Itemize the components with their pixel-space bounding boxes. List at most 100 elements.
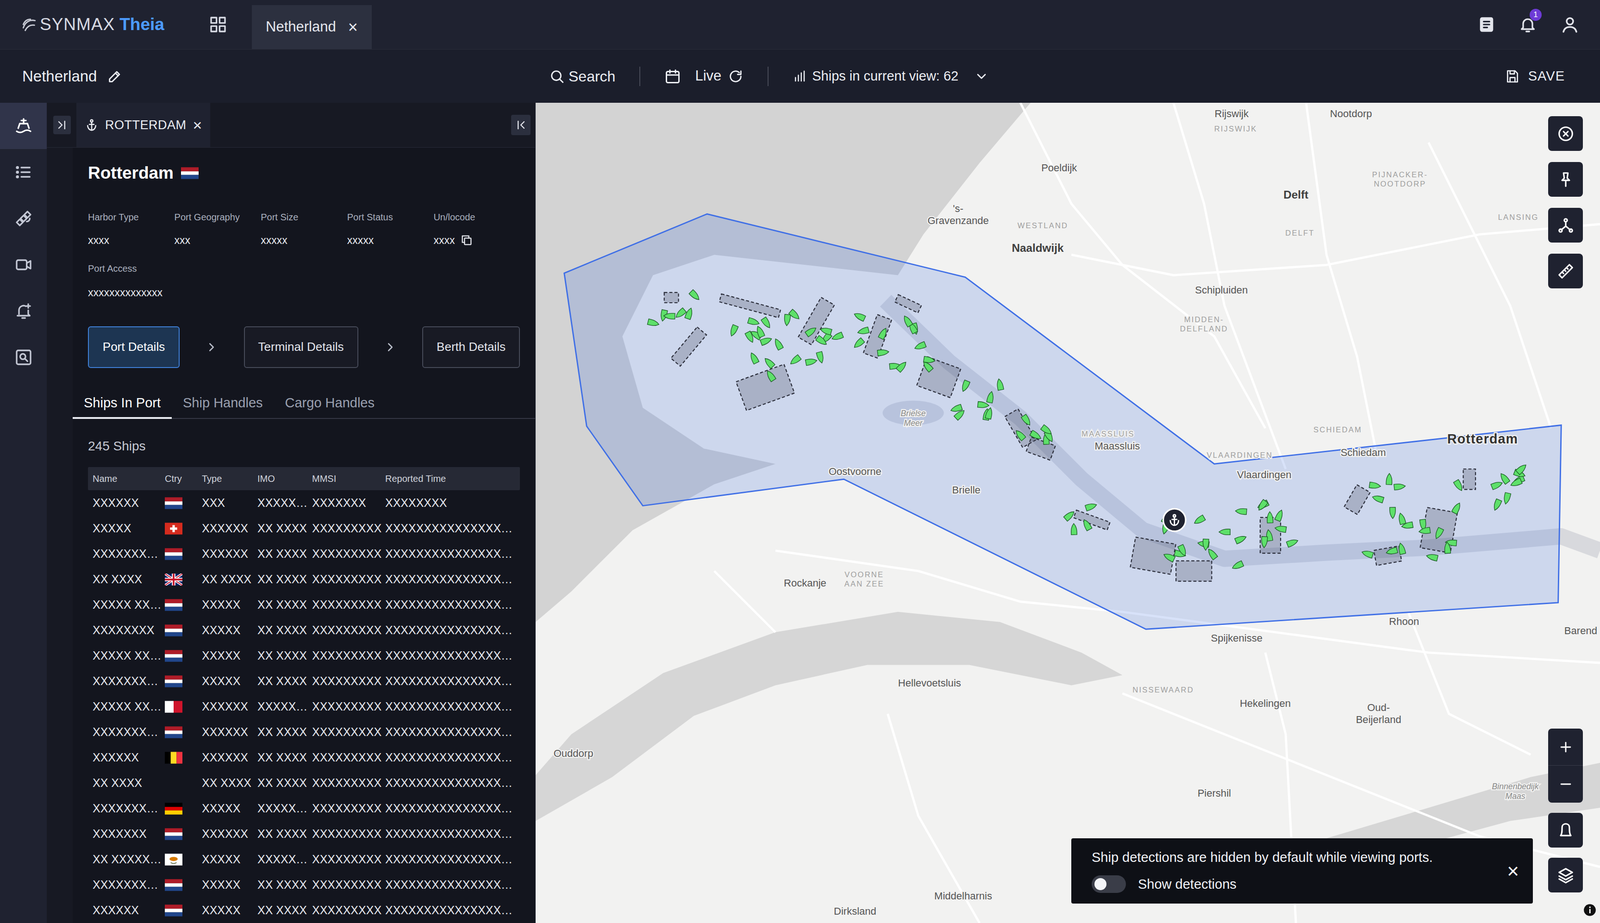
ship-icon[interactable] xyxy=(1070,523,1077,536)
ship-icon[interactable] xyxy=(773,337,784,350)
terminal[interactable] xyxy=(664,292,679,303)
ship-icon[interactable] xyxy=(1418,527,1431,535)
ship-icon[interactable] xyxy=(1162,551,1175,563)
ship-icon[interactable] xyxy=(1231,560,1244,571)
ship-icon[interactable] xyxy=(1275,509,1285,522)
table-row[interactable]: XXXXX XX…XXXXXXX XXXXXXXXXXXXXXXXXXXXXXX… xyxy=(87,643,520,669)
terminal[interactable] xyxy=(1374,546,1402,566)
ship-icon[interactable] xyxy=(1371,494,1385,504)
ship-icon[interactable] xyxy=(1361,549,1374,559)
ship-icon[interactable] xyxy=(1193,514,1206,526)
table-row[interactable]: XXXXXXX…XXXXXXXXXX…XXXXXXXXXXXXXXXXXXXXX… xyxy=(87,795,520,822)
table-row[interactable]: XXXXXXXXXXXXXX XXXXXXXXXXXXXXXXXXXXXXXXX… xyxy=(87,744,520,771)
column-header[interactable]: Reported Time xyxy=(385,471,514,486)
ship-icon[interactable] xyxy=(1368,481,1382,490)
terminal[interactable] xyxy=(1130,537,1176,575)
ship-icon[interactable] xyxy=(1274,525,1287,533)
notifications-button[interactable]: 1 xyxy=(1518,15,1538,34)
ship-icon[interactable] xyxy=(755,325,765,338)
ship-icon[interactable] xyxy=(688,289,701,302)
ship-icon[interactable] xyxy=(684,306,694,320)
zoom-in-button[interactable] xyxy=(1548,728,1583,766)
ship-icon[interactable] xyxy=(1286,537,1299,548)
network-button[interactable] xyxy=(1548,207,1583,243)
tab-close[interactable]: × xyxy=(348,18,358,36)
table-row[interactable]: XXXXXXXXXXXXX XXXXXXXXXXXXXXXXXXXXXXXXXX… xyxy=(87,897,520,923)
table-row[interactable]: XXXXXXXXXXXXXXX XXXXXXXXXXXXXXXXXXXXXXXX… xyxy=(87,617,520,644)
ship-icon[interactable] xyxy=(805,325,818,338)
ship-icon[interactable] xyxy=(977,401,989,409)
ship-icon[interactable] xyxy=(760,336,773,346)
map[interactable]: RijswijkRIJSWIJKNootdorpPoeldijkDelftPIJ… xyxy=(535,102,1600,923)
ship-icon[interactable] xyxy=(1081,518,1093,532)
ship-icon[interactable] xyxy=(1389,507,1396,519)
sidebar-item[interactable] xyxy=(0,241,47,288)
marker-button[interactable] xyxy=(1548,812,1583,848)
terminal[interactable] xyxy=(736,364,795,411)
rename-button[interactable] xyxy=(106,68,123,85)
toast-close[interactable]: × xyxy=(1506,861,1519,882)
detections-toggle[interactable] xyxy=(1091,875,1126,894)
table-row[interactable]: XXXXXXXXXXXXXXX XXXXXXXXXXXXXXXXXXXXXXXX… xyxy=(87,821,520,847)
ship-icon[interactable] xyxy=(1266,511,1273,524)
ship-icon[interactable] xyxy=(877,349,890,357)
ship-icon[interactable] xyxy=(960,380,970,393)
ship-icon[interactable] xyxy=(1256,499,1269,513)
table-row[interactable]: XXXXX XX…XXXXXXXXXXX…XXXXXXXXXXXXXXXXXXX… xyxy=(87,693,520,720)
workspace-tab[interactable]: Netherland× xyxy=(251,5,372,50)
step-button[interactable]: Terminal Details xyxy=(243,326,359,369)
ship-icon[interactable] xyxy=(1202,538,1209,551)
ship-icon[interactable] xyxy=(764,369,776,382)
table-row[interactable]: XXXXXXXXXXXXX XXXXXXXXXXXXXXXXXXXXXXXXXX… xyxy=(87,515,520,542)
ship-icon[interactable] xyxy=(1502,492,1512,505)
time-control[interactable]: Live xyxy=(664,65,744,88)
ship-icon[interactable] xyxy=(986,390,995,403)
ship-icon[interactable] xyxy=(1261,536,1268,549)
terminal[interactable] xyxy=(719,293,781,318)
terminal[interactable] xyxy=(670,326,707,367)
zoom-out-button[interactable] xyxy=(1548,765,1583,803)
ship-icon[interactable] xyxy=(1397,512,1406,525)
terminal[interactable] xyxy=(916,356,961,399)
ship-icon[interactable] xyxy=(1515,462,1528,475)
sidebar-item[interactable] xyxy=(0,149,47,196)
copy-button[interactable] xyxy=(460,233,474,247)
port-boundary[interactable] xyxy=(564,213,1562,630)
ship-icon[interactable] xyxy=(1492,499,1502,512)
sidebar-item[interactable] xyxy=(0,334,47,381)
ship-icon[interactable] xyxy=(913,341,927,352)
terminal[interactable] xyxy=(1463,468,1476,490)
ship-icon[interactable] xyxy=(783,314,791,326)
table-row[interactable]: XX XXXXX…XXXXXXXXXX…XXXXXXXXXXXXXXXXXXXX… xyxy=(87,846,520,873)
ship-icon[interactable] xyxy=(1498,471,1510,485)
column-header[interactable]: IMO xyxy=(257,471,313,486)
ship-icon[interactable] xyxy=(878,326,889,340)
ship-icon[interactable] xyxy=(856,326,870,336)
apps-button[interactable] xyxy=(208,0,228,50)
ship-icon[interactable] xyxy=(748,351,759,364)
ship-icon[interactable] xyxy=(788,354,802,367)
save-button[interactable]: SAVE xyxy=(1505,66,1565,87)
map-canvas[interactable]: RijswijkRIJSWIJKNootdorpPoeldijkDelftPIJ… xyxy=(535,102,1600,923)
step-button[interactable]: Berth Details xyxy=(422,326,520,369)
ship-icon[interactable] xyxy=(805,357,818,366)
ships-in-view[interactable]: Ships in current view: 62 xyxy=(792,66,989,87)
ship-icon[interactable] xyxy=(819,326,832,336)
column-header[interactable]: Ctry xyxy=(164,471,202,486)
search-button[interactable]: Search xyxy=(549,65,616,88)
ship-icon[interactable] xyxy=(896,360,909,373)
column-header[interactable]: MMSI xyxy=(312,471,386,486)
logo[interactable]: SYNMAXTheia xyxy=(21,0,209,50)
pin-button[interactable] xyxy=(1548,162,1583,197)
expand-button[interactable] xyxy=(53,115,71,135)
table-row[interactable]: XX XXXXXX XXXXXX XXXXXXXXXXXXXXXXXXXXXXX… xyxy=(87,770,520,796)
ship-icon[interactable] xyxy=(923,356,936,364)
terminal[interactable] xyxy=(1343,484,1370,515)
ship-icon[interactable] xyxy=(995,378,1004,391)
panel-tab-close[interactable]: × xyxy=(193,117,203,133)
table-row[interactable]: XXXXXXX…XXXXXXXX XXXXXXXXXXXXXXXXXXXXXXX… xyxy=(87,541,520,567)
sidebar-item[interactable] xyxy=(0,102,47,150)
ship-icon[interactable] xyxy=(1453,479,1464,493)
collapse-button[interactable] xyxy=(511,114,531,136)
ship-icon[interactable] xyxy=(1433,527,1444,540)
